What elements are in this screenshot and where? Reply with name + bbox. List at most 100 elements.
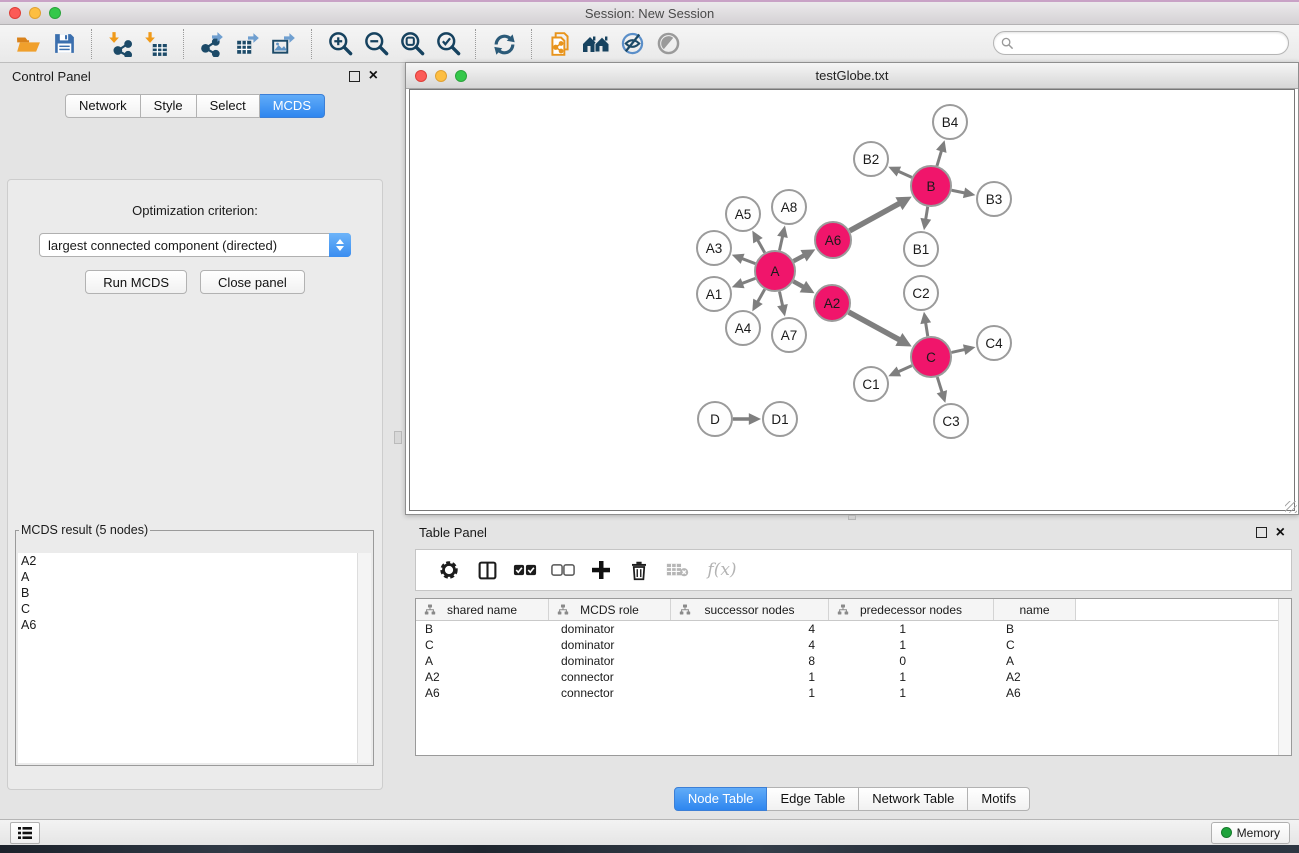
column-header-predecessor-nodes[interactable]: predecessor nodes [829,599,994,620]
column-header-MCDS-role[interactable]: MCDS role [549,599,671,620]
graph-node-A3[interactable]: A3 [697,231,731,265]
add-column-button[interactable] [582,553,620,587]
mcds-result-item[interactable]: A2 [18,553,371,569]
tab-motifs[interactable]: Motifs [968,787,1030,811]
table-cell[interactable]: 0 [829,654,994,668]
graph-node-B[interactable]: B [911,166,951,206]
graph-node-B3[interactable]: B3 [977,182,1011,216]
refresh-button[interactable] [486,28,522,60]
table-settings-button[interactable] [430,553,468,587]
export-network-button[interactable] [194,28,230,60]
table-cell[interactable]: 1 [671,686,829,700]
table-cell[interactable]: dominator [549,622,671,636]
table-cell[interactable]: 8 [671,654,829,668]
criterion-select[interactable]: largest connected component (directed) [39,233,351,257]
tab-mcds[interactable]: MCDS [260,94,325,118]
table-scrollbar[interactable] [1278,599,1291,755]
mcds-result-item[interactable]: B [18,585,371,601]
graph-node-A4[interactable]: A4 [726,311,760,345]
tab-select[interactable]: Select [197,94,260,118]
search-field[interactable] [993,31,1289,55]
table-row[interactable]: Adominator80A [416,653,1291,669]
memory-button[interactable]: Memory [1211,822,1290,844]
open-file-button[interactable] [10,28,46,60]
tab-edge-table[interactable]: Edge Table [767,787,859,811]
table-cell[interactable]: connector [549,686,671,700]
graph-edge-A-A8[interactable] [777,226,788,251]
table-row[interactable]: Bdominator41B [416,621,1291,637]
graph-node-D1[interactable]: D1 [763,402,797,436]
column-header-name[interactable]: name [994,599,1076,620]
graph-node-D[interactable]: D [698,402,732,436]
tab-network-table[interactable]: Network Table [859,787,968,811]
table-cell[interactable]: A [994,654,1076,668]
table-row[interactable]: Cdominator41C [416,637,1291,653]
table-cell[interactable]: 4 [671,622,829,636]
network-window-titlebar[interactable]: testGlobe.txt [406,63,1298,89]
graph-node-A2[interactable]: A2 [814,285,850,321]
graph-edge-A-A2[interactable] [793,281,814,293]
delete-selected-button[interactable] [620,553,658,587]
graph-node-B2[interactable]: B2 [854,142,888,176]
tab-node-table[interactable]: Node Table [674,787,768,811]
graph-edge-A-A4[interactable] [752,289,764,311]
table-row[interactable]: A2connector11A2 [416,669,1291,685]
graph-edge-B-B3[interactable] [952,187,976,198]
table-cell[interactable]: 1 [829,670,994,684]
table-cell[interactable]: 4 [671,638,829,652]
table-cell[interactable]: 1 [829,622,994,636]
import-network-button[interactable] [102,28,138,60]
graph-edge-C-C2[interactable] [920,312,931,336]
table-panel-float-icon[interactable] [1256,527,1267,538]
table-cell[interactable]: dominator [549,654,671,668]
control-panel-float-icon[interactable] [349,71,360,82]
graph-node-A5[interactable]: A5 [726,197,760,231]
graph-edge-A-A1[interactable] [732,278,756,288]
graph-edge-C-C4[interactable] [951,344,975,355]
graph-node-C1[interactable]: C1 [854,367,888,401]
table-cell[interactable]: A6 [994,686,1076,700]
tab-style[interactable]: Style [141,94,197,118]
graph-edge-C-C3[interactable] [937,377,947,403]
table-cell[interactable]: B [416,622,549,636]
mcds-result-item[interactable]: A [18,569,371,585]
graph-node-A7[interactable]: A7 [772,318,806,352]
hide-graphics-details-button[interactable] [614,28,650,60]
graph-edge-C-C1[interactable] [888,366,912,377]
graph-node-B4[interactable]: B4 [933,105,967,139]
home-view-button[interactable] [578,28,614,60]
graph-node-B1[interactable]: B1 [904,232,938,266]
task-history-button[interactable] [10,822,40,844]
graph-edge-A-A6[interactable] [794,249,816,261]
table-cell[interactable]: A2 [994,670,1076,684]
clone-network-button[interactable] [542,28,578,60]
graph-node-A1[interactable]: A1 [697,277,731,311]
graph-node-C2[interactable]: C2 [904,276,938,310]
graph-node-C[interactable]: C [911,337,951,377]
table-cell[interactable]: C [416,638,549,652]
table-cell[interactable]: A6 [416,686,549,700]
graph-edge-A-A7[interactable] [777,292,788,317]
mcds-result-item[interactable]: A6 [18,617,371,633]
graph-node-A[interactable]: A [755,251,795,291]
graph-edge-B-B4[interactable] [936,140,946,166]
deselect-all-button[interactable] [544,553,582,587]
table-cell[interactable]: A2 [416,670,549,684]
network-canvas[interactable]: AA1A2A3A4A5A6A7A8BB1B2B3B4CC1C2C3C4DD1 [409,89,1295,511]
table-panel-close-icon[interactable]: × [1276,528,1285,538]
graph-edge-D-D1[interactable] [733,413,761,425]
graph-node-A6[interactable]: A6 [815,222,851,258]
import-table-button[interactable] [138,28,174,60]
graph-edge-A6-B[interactable] [850,197,912,231]
graph-edge-A-A3[interactable] [732,254,756,264]
export-table-button[interactable] [230,28,266,60]
tab-network[interactable]: Network [65,94,141,118]
mcds-result-item[interactable]: C [18,601,371,617]
graph-edge-B-B2[interactable] [888,167,912,178]
divider-grip[interactable] [394,431,402,444]
table-cell[interactable]: dominator [549,638,671,652]
graph-node-A8[interactable]: A8 [772,190,806,224]
table-row[interactable]: A6connector11A6 [416,685,1291,701]
graph-node-C3[interactable]: C3 [934,404,968,438]
window-resize-grip[interactable] [1285,501,1297,513]
